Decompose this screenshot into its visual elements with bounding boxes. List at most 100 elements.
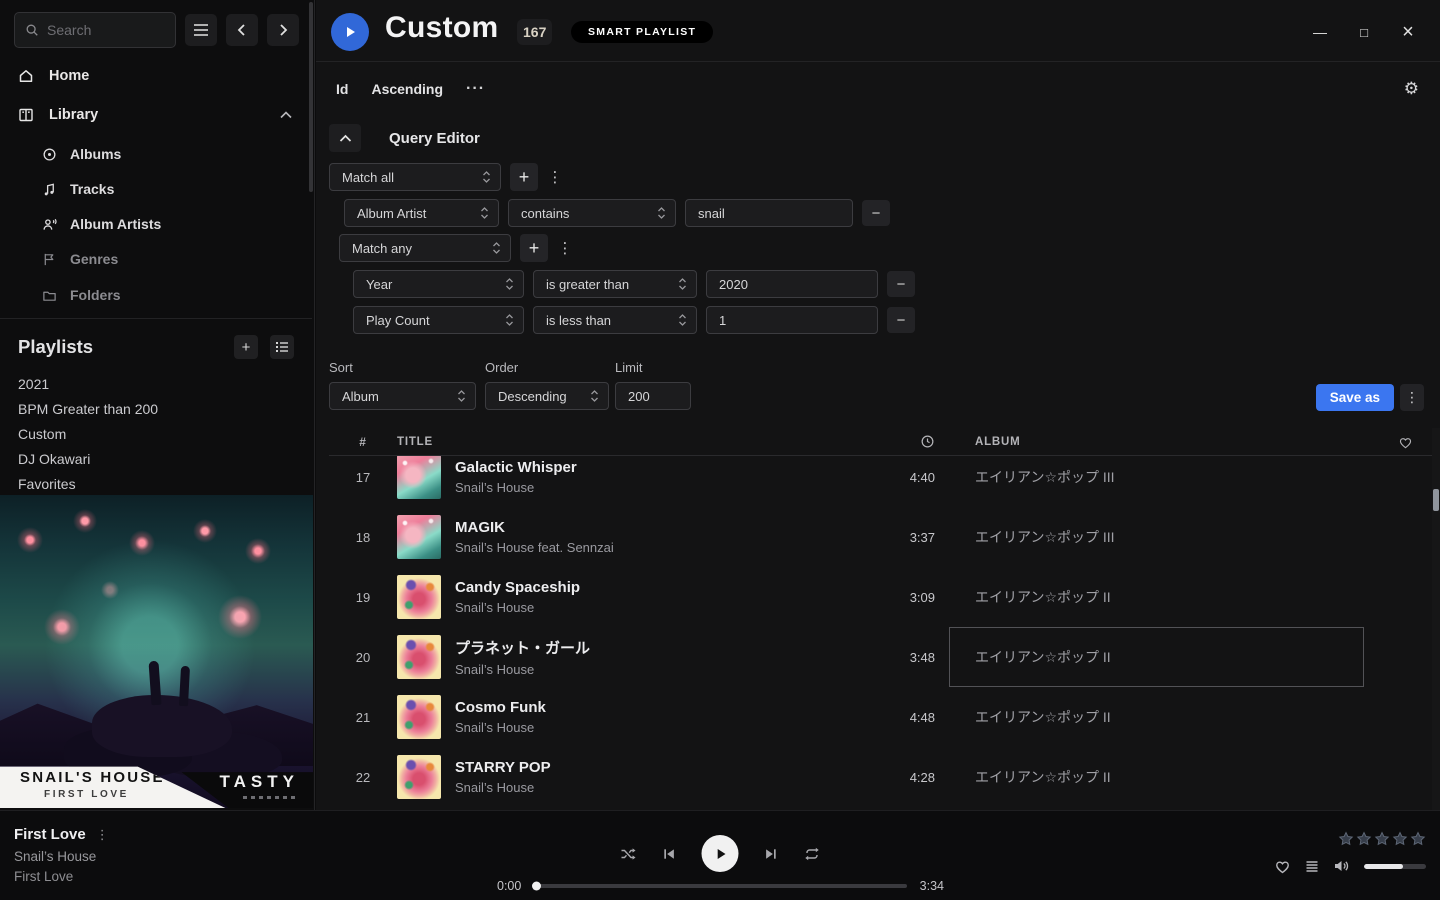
volume-fill bbox=[1364, 864, 1403, 869]
column-album-header[interactable]: ALBUM bbox=[949, 436, 1364, 448]
now-playing-kebab-icon[interactable]: ⋮ bbox=[96, 827, 109, 843]
track-album-selected-cell[interactable]: エイリアン☆ポップ II bbox=[949, 627, 1364, 687]
sort-direction-button[interactable]: Ascending bbox=[371, 81, 443, 97]
collapse-chevron-icon[interactable] bbox=[280, 111, 292, 119]
hamburger-icon bbox=[193, 23, 209, 37]
repeat-button[interactable] bbox=[804, 846, 821, 862]
sidebar-item-tracks[interactable]: Tracks bbox=[0, 177, 314, 201]
group-options-kebab-icon[interactable]: ⋮ bbox=[557, 239, 573, 257]
sort-select[interactable]: Album bbox=[329, 382, 476, 410]
add-rule-button[interactable]: + bbox=[520, 234, 548, 262]
volume-slider[interactable] bbox=[1364, 864, 1426, 869]
close-button[interactable]: × bbox=[1386, 18, 1430, 46]
sidebar-item-folders[interactable]: Folders bbox=[0, 283, 314, 307]
star-icon[interactable] bbox=[1356, 831, 1372, 847]
menu-button[interactable] bbox=[185, 14, 217, 46]
music-note-icon bbox=[42, 182, 57, 197]
sidebar-item-library[interactable]: Library bbox=[0, 101, 314, 129]
column-title-header[interactable]: TITLE bbox=[397, 436, 831, 448]
rule-operator-select[interactable]: is less than bbox=[533, 306, 697, 334]
table-row[interactable]: 18 MAGIKSnail’s House feat. Sennzai 3:37… bbox=[329, 507, 1432, 567]
limit-input[interactable] bbox=[615, 382, 691, 410]
remove-rule-button[interactable]: − bbox=[887, 307, 915, 333]
sidebar-scrollbar-thumb[interactable] bbox=[309, 2, 313, 192]
table-row[interactable]: 17 Galactic WhisperSnail’s House 4:40 エイ… bbox=[329, 456, 1432, 507]
queue-button[interactable] bbox=[1304, 859, 1320, 874]
playlist-item[interactable]: 2021 bbox=[0, 371, 312, 396]
nav-forward-button[interactable] bbox=[267, 14, 299, 46]
rule-field-select[interactable]: Album Artist bbox=[344, 199, 499, 227]
previous-button[interactable] bbox=[662, 846, 677, 862]
rule-value-input[interactable] bbox=[685, 199, 853, 227]
add-playlist-button[interactable]: + bbox=[234, 335, 258, 359]
playlist-item[interactable]: Custom bbox=[0, 421, 312, 446]
track-artist: Snail’s House bbox=[455, 662, 831, 677]
settings-gear-icon[interactable]: ⚙ bbox=[1404, 79, 1419, 99]
star-icon[interactable] bbox=[1392, 831, 1408, 847]
favorite-button[interactable] bbox=[1274, 858, 1291, 874]
window-controls: — □ × bbox=[1298, 18, 1430, 46]
star-icon[interactable] bbox=[1410, 831, 1426, 847]
volume-button[interactable] bbox=[1333, 858, 1351, 874]
minimize-button[interactable]: — bbox=[1298, 18, 1342, 46]
add-rule-button[interactable]: + bbox=[510, 163, 538, 191]
remove-rule-button[interactable]: − bbox=[862, 200, 890, 226]
column-index-header[interactable]: # bbox=[359, 435, 366, 449]
sidebar-item-albums[interactable]: Albums bbox=[0, 142, 314, 166]
smart-playlist-badge: SMART PLAYLIST bbox=[571, 21, 713, 43]
play-pause-button[interactable] bbox=[702, 835, 739, 872]
play-playlist-button[interactable] bbox=[331, 13, 369, 51]
star-icon[interactable] bbox=[1338, 831, 1354, 847]
search-box[interactable] bbox=[14, 12, 176, 48]
match-type-select[interactable]: Match all bbox=[329, 163, 501, 191]
now-playing-artist[interactable]: Snail’s House bbox=[14, 849, 109, 864]
rule-field-select[interactable]: Play Count bbox=[353, 306, 524, 334]
order-select[interactable]: Descending bbox=[485, 382, 609, 410]
duration-clock-icon[interactable] bbox=[920, 434, 935, 449]
sort-field-button[interactable]: Id bbox=[336, 81, 348, 97]
track-artist: Snail’s House feat. Sennzai bbox=[455, 540, 831, 555]
search-input[interactable] bbox=[47, 22, 165, 38]
track-count-badge: 167 bbox=[517, 19, 552, 45]
maximize-button[interactable]: □ bbox=[1342, 18, 1386, 46]
heart-icon bbox=[1274, 858, 1291, 874]
next-button[interactable] bbox=[764, 846, 779, 862]
playlist-item[interactable]: DJ Okawari bbox=[0, 446, 312, 471]
save-options-kebab-icon[interactable]: ⋮ bbox=[1400, 384, 1424, 411]
rule-value-input[interactable] bbox=[706, 270, 878, 298]
more-options-icon[interactable]: ··· bbox=[466, 80, 485, 98]
shuffle-button[interactable] bbox=[620, 846, 637, 862]
group-options-kebab-icon[interactable]: ⋮ bbox=[547, 168, 563, 186]
now-playing-album[interactable]: First Love bbox=[14, 869, 109, 884]
library-icon bbox=[18, 107, 34, 123]
sidebar-item-home[interactable]: Home bbox=[0, 62, 314, 90]
playlist-list-button[interactable] bbox=[270, 335, 294, 359]
seek-bar[interactable] bbox=[534, 884, 906, 888]
star-icon[interactable] bbox=[1374, 831, 1390, 847]
rule-value-input[interactable] bbox=[706, 306, 878, 334]
collapse-query-button[interactable] bbox=[329, 124, 361, 152]
sidebar-item-genres[interactable]: Genres bbox=[0, 247, 314, 271]
rule-operator-select[interactable]: contains bbox=[508, 199, 676, 227]
match-type-select[interactable]: Match any bbox=[339, 234, 511, 262]
rule-operator-select[interactable]: is greater than bbox=[533, 270, 697, 298]
track-duration: 4:48 bbox=[910, 710, 935, 725]
track-art bbox=[397, 456, 441, 499]
favorite-heart-icon[interactable] bbox=[1398, 435, 1413, 449]
player-extras bbox=[1274, 858, 1426, 874]
track-title: Cosmo Funk bbox=[455, 699, 831, 716]
progress-thumb[interactable] bbox=[532, 882, 541, 891]
save-as-button[interactable]: Save as bbox=[1316, 384, 1394, 411]
chevron-right-icon bbox=[276, 23, 290, 37]
table-scrollbar-thumb[interactable] bbox=[1433, 489, 1439, 511]
table-row[interactable]: 19 Candy SpaceshipSnail’s House 3:09 エイリ… bbox=[329, 567, 1432, 627]
playlist-item[interactable]: Favorites bbox=[0, 471, 312, 496]
table-row[interactable]: 21 Cosmo FunkSnail’s House 4:48 エイリアン☆ポッ… bbox=[329, 687, 1432, 747]
table-row[interactable]: 22 STARRY POPSnail’s House 4:28 エイリアン☆ポッ… bbox=[329, 747, 1432, 807]
table-row[interactable]: 20 プラネット・ガールSnail’s House 3:48 エイリアン☆ポップ… bbox=[329, 627, 1432, 687]
playlist-item[interactable]: BPM Greater than 200 bbox=[0, 396, 312, 421]
sidebar-item-album-artists[interactable]: Album Artists bbox=[0, 212, 314, 236]
nav-back-button[interactable] bbox=[226, 14, 258, 46]
remove-rule-button[interactable]: − bbox=[887, 271, 915, 297]
rule-field-select[interactable]: Year bbox=[353, 270, 524, 298]
